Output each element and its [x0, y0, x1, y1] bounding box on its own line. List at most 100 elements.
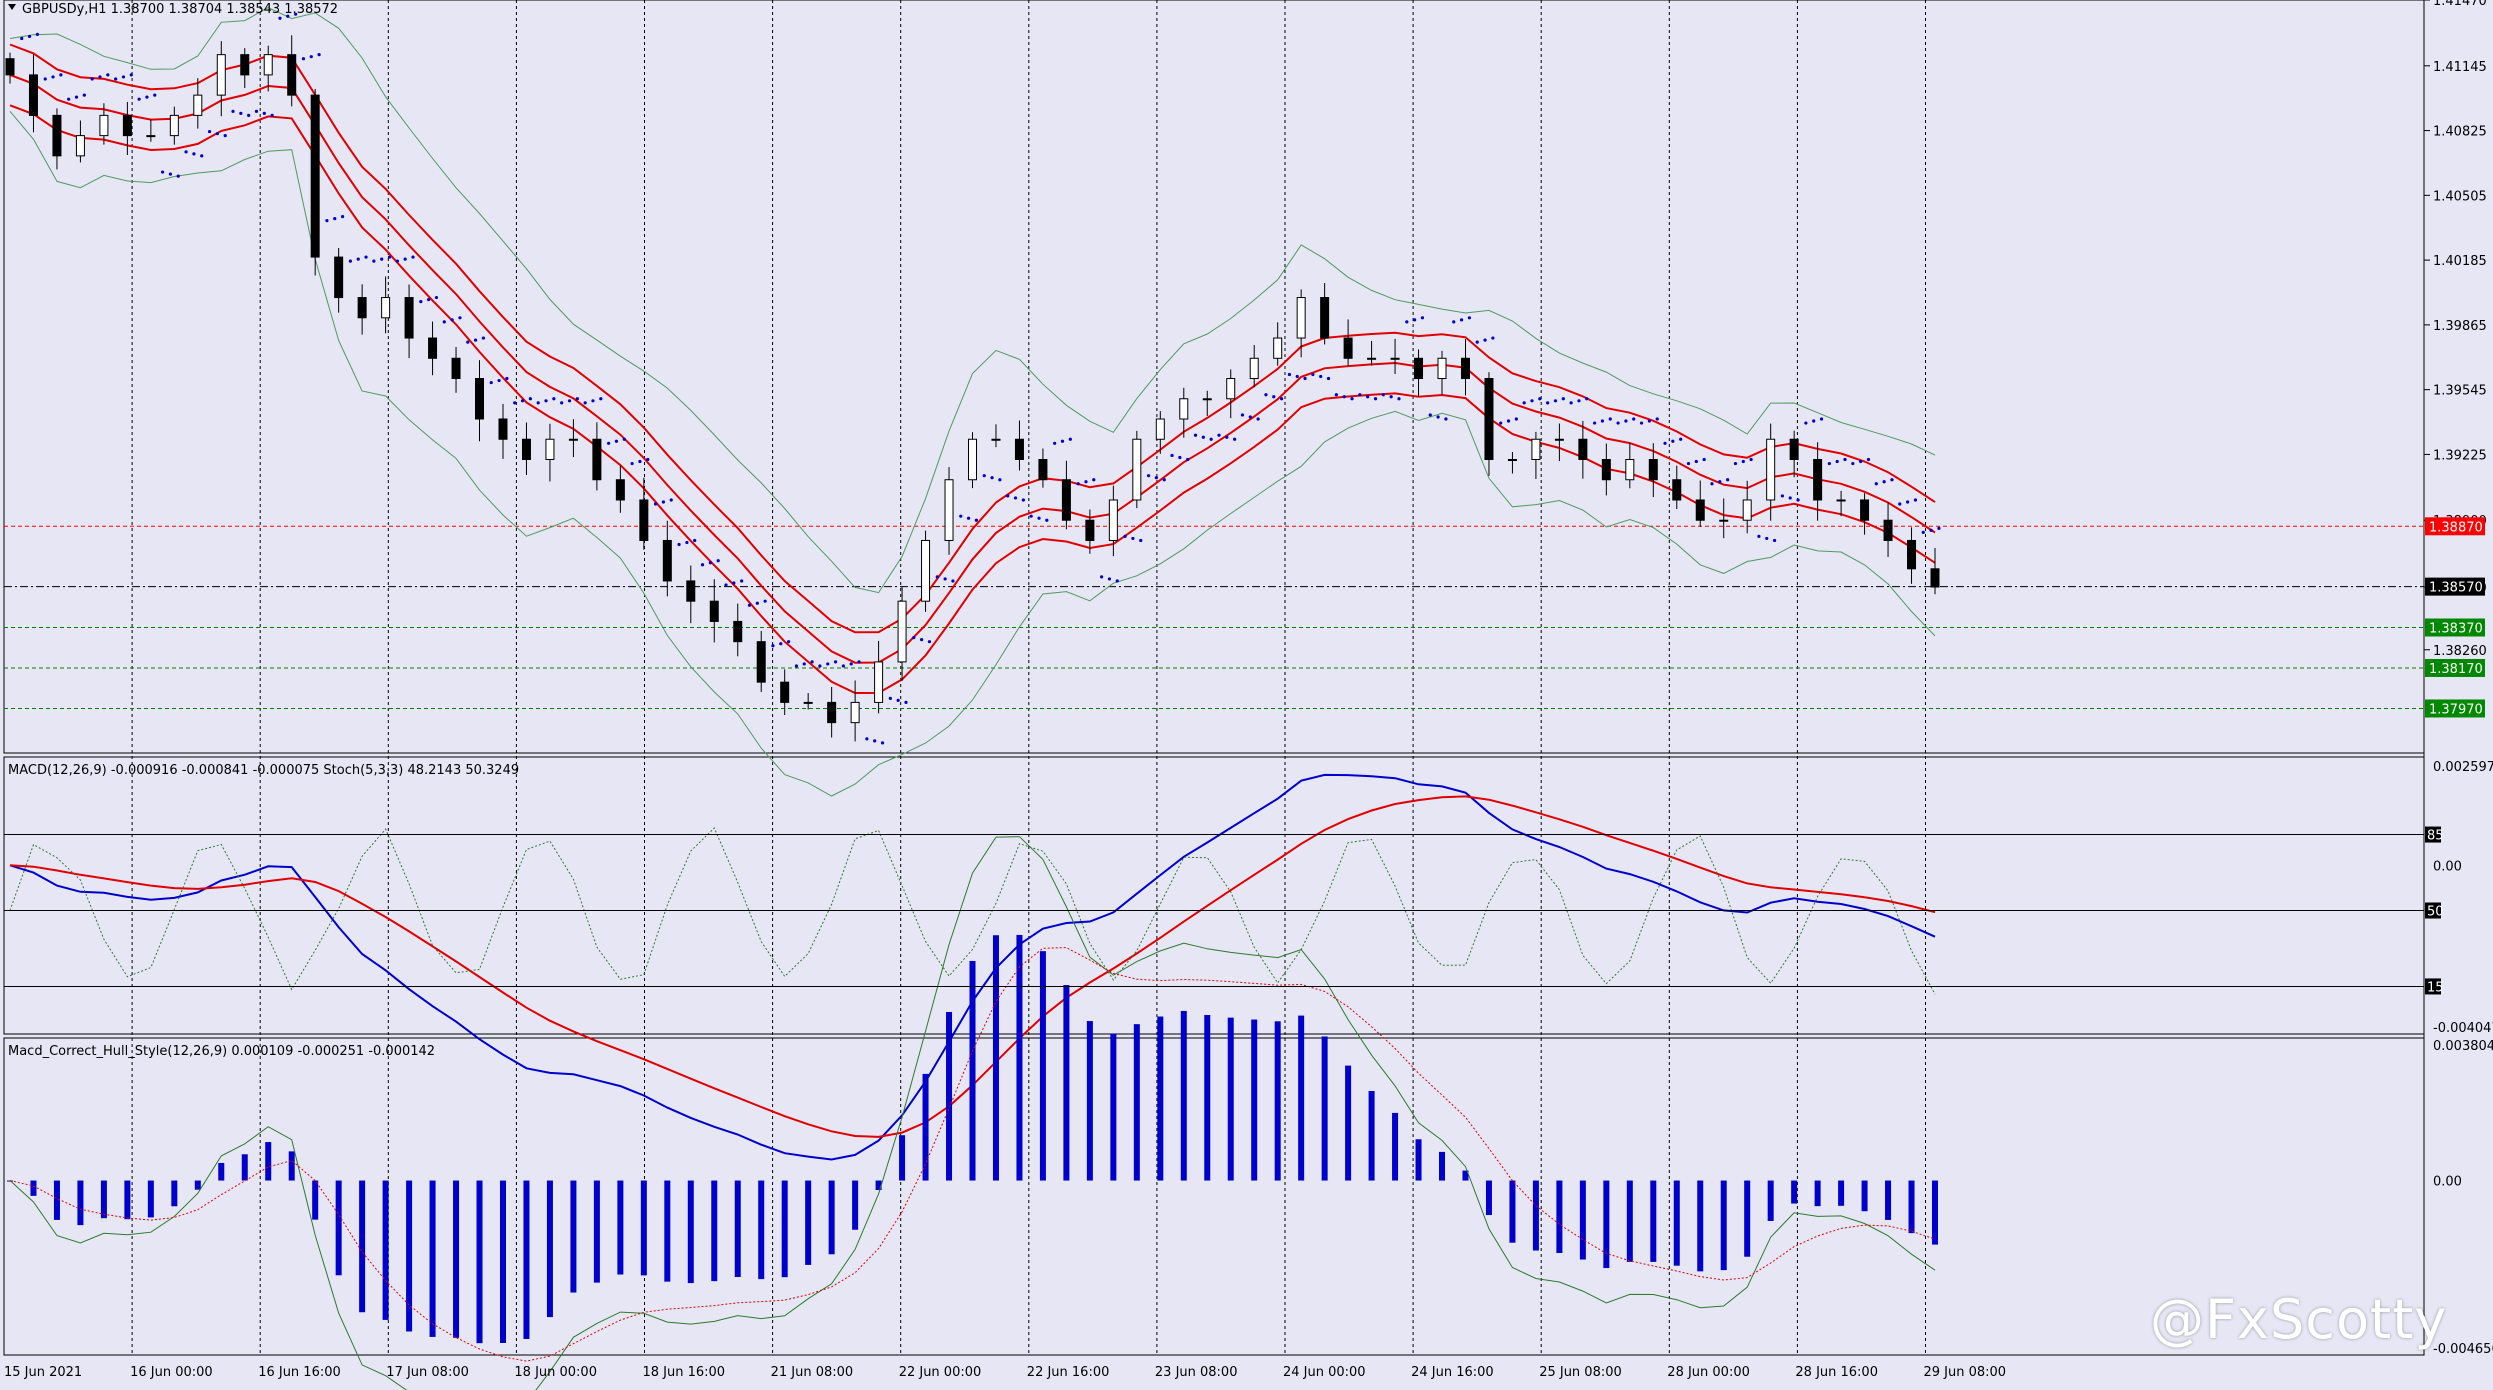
sar-dot: [1851, 461, 1855, 466]
sar-dot: [20, 36, 24, 41]
candle-body: [874, 661, 884, 703]
sar-dot: [896, 698, 900, 702]
sar-dot: [1334, 393, 1338, 397]
watermark: @FxScotty: [2150, 1288, 2447, 1351]
sar-dot: [1624, 419, 1628, 423]
hull-bar: [429, 1180, 436, 1337]
sar-dot: [403, 257, 407, 261]
stoch-level-label: 50: [2427, 905, 2444, 920]
candle-body: [780, 681, 790, 703]
sar-dot: [1107, 577, 1112, 581]
sar-dot: [1632, 417, 1636, 421]
sar-dot: [1123, 534, 1127, 539]
sar-dot: [1475, 340, 1479, 344]
hull-bar: [1697, 1180, 1704, 1272]
hull-bar: [335, 1180, 342, 1276]
candle-body: [428, 337, 438, 359]
time-label: 18 Jun 00:00: [514, 1365, 597, 1380]
candle-body: [1390, 357, 1400, 360]
candle-body: [1601, 458, 1611, 481]
sar-dot: [1084, 480, 1088, 484]
sar-dot: [411, 255, 415, 259]
sar-dot: [693, 538, 697, 543]
sar-dot: [560, 401, 564, 405]
sar-dot: [1882, 480, 1886, 484]
sar-dot: [1577, 399, 1581, 403]
hull-bar: [476, 1180, 483, 1344]
sar-dot: [1538, 397, 1542, 401]
sar-dot: [223, 134, 227, 138]
price-tick-label: 1.38260: [2433, 644, 2487, 659]
hull-bar: [1274, 1021, 1281, 1181]
sar-dot: [121, 75, 126, 79]
sar-dot: [833, 660, 838, 664]
candle-body: [592, 438, 602, 481]
sar-dot: [74, 95, 79, 99]
sar-dot: [951, 579, 955, 583]
candle-body: [756, 641, 766, 683]
price-tick-label: 1.41145: [2433, 60, 2487, 75]
hull-bar: [711, 1180, 718, 1282]
candle-body: [733, 620, 743, 643]
hull-bar: [969, 960, 976, 1181]
time-label: 16 Jun 16:00: [258, 1365, 341, 1380]
hull-bar: [1180, 1010, 1187, 1181]
sar-dot: [1553, 399, 1558, 403]
hull-bar: [1814, 1180, 1821, 1207]
chart-canvas[interactable]: GBPUSDy,H1 1.38700 1.38704 1.38543 1.385…: [0, 0, 2493, 1390]
hull-bar: [1227, 1017, 1234, 1181]
sar-dot: [442, 320, 446, 324]
hull-bar: [523, 1180, 530, 1339]
time-label: 22 Jun 16:00: [1027, 1365, 1110, 1380]
sar-dot: [700, 563, 705, 567]
sar-dot: [395, 259, 399, 263]
candle-body: [545, 438, 555, 460]
sar-dot: [1170, 453, 1174, 458]
sar-dot: [1092, 478, 1096, 482]
price-tick-label: 1.40505: [2433, 189, 2487, 204]
candle-body: [1226, 378, 1236, 400]
sar-dot: [1021, 498, 1025, 502]
candle-body: [1554, 438, 1564, 441]
sar-dot: [552, 397, 556, 401]
sar-dot: [1217, 433, 1221, 437]
candle-body: [968, 438, 977, 481]
sar-dot: [1029, 514, 1033, 518]
candle-body: [827, 701, 837, 724]
hull-bar: [1251, 1019, 1258, 1181]
sar-dot: [904, 700, 908, 704]
hull-bar: [946, 1011, 953, 1181]
price-tick-label: 1.40185: [2433, 254, 2487, 269]
sar-dot: [153, 93, 157, 97]
candle-body: [850, 701, 860, 724]
sar-dot: [1209, 437, 1213, 441]
candle-body: [1038, 458, 1048, 481]
stoch-level-label: 85: [2427, 829, 2444, 844]
sar-dot: [434, 295, 439, 300]
sar-dot: [1272, 395, 1276, 399]
candle-body: [1155, 418, 1165, 440]
sar-dot: [43, 77, 47, 81]
sar-dot: [1585, 397, 1589, 401]
candle-body: [404, 297, 414, 339]
sar-dot: [1835, 459, 1839, 464]
candle-body: [1883, 519, 1893, 541]
hull-bar: [1603, 1180, 1610, 1269]
sar-dot: [262, 111, 266, 115]
sar-dot: [1303, 376, 1307, 381]
sar-dot: [990, 476, 994, 480]
sar-dot: [1757, 534, 1761, 539]
sar-dot: [309, 55, 313, 59]
candle-body: [169, 114, 179, 137]
sar-dot: [599, 397, 603, 401]
sar-dot: [1874, 482, 1878, 486]
sar-dot: [638, 459, 642, 464]
sar-dot: [1499, 421, 1503, 425]
sar-dot: [1600, 419, 1605, 423]
candle-body: [1014, 438, 1024, 460]
sar-dot: [473, 338, 478, 342]
sar-dot: [826, 662, 830, 666]
sar-dot: [380, 257, 384, 261]
hull-bar: [1368, 1090, 1375, 1181]
sar-dot: [1162, 478, 1166, 482]
